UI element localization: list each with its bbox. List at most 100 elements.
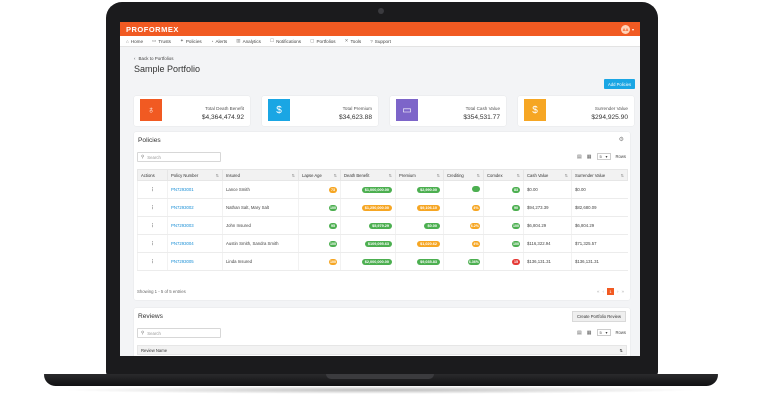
column-header[interactable]: Crediting ⇅ [443, 169, 484, 181]
surrender-value: $136,131.31 [575, 259, 599, 264]
card-label: Total Premium [342, 106, 372, 111]
card-value: $294,925.90 [591, 114, 628, 121]
summary-card: ♁ Total Death Benefit $4,364,474.92 [134, 96, 250, 126]
column-header[interactable]: Cash Value ⇅ [523, 169, 572, 181]
summary-card: $ Total Premium $34,623.88 [262, 96, 378, 126]
policy-number-link[interactable]: PN7293005 [171, 259, 194, 264]
premium-badge: $2,990.00 [417, 186, 440, 193]
column-header[interactable]: Insured ⇅ [222, 169, 299, 181]
column-header-label: Lapse Age [302, 172, 322, 178]
policy-number-link[interactable]: PN7293002 [171, 205, 194, 210]
insured-name: Austin Smith, Sandra Smith [226, 241, 279, 246]
death-benefit-badge: $2,000,000.00 [361, 258, 392, 265]
row-actions-icon[interactable]: ⋮ [137, 234, 168, 253]
nav-item-home[interactable]: ⌂ Home [126, 39, 143, 44]
table-row[interactable]: ⋮ PN7293004 Austin Smith, Sandra Smith 100 $… [137, 234, 628, 253]
nav-item-label: Policies [185, 38, 202, 44]
rows-select[interactable]: 5 ▾ [596, 153, 611, 160]
chevron-down-icon: ▾ [605, 154, 608, 159]
export-csv-icon[interactable]: ▦ [587, 330, 592, 336]
nav-item-label: Alerts [215, 38, 228, 44]
back-link-label[interactable]: Back to Portfolios [139, 56, 174, 61]
table-row[interactable]: ⋮ PN7293003 John Insured 95 $5,979.29 $0.00 6.… [137, 216, 628, 235]
pagination: « ‹ 1 › » [597, 288, 624, 295]
column-header[interactable]: Policy Number ⇅ [167, 169, 223, 181]
camera-dot [378, 8, 384, 14]
column-header-label: Policy Number [171, 172, 199, 178]
top-bar: PROFORMEX AA ▾ [120, 22, 640, 36]
death-benefit-badge: $1,000,000.00 [361, 186, 392, 193]
add-policies-button[interactable]: Add Policies [604, 79, 636, 89]
table-row[interactable]: ⋮ PN7293005 Linda Insured 100 $2,000,000.00 $… [137, 252, 628, 271]
column-header-label: Premium [399, 172, 416, 178]
nav-item-analytics[interactable]: ▥ Analytics [236, 38, 261, 44]
page-title: Sample Portfolio [134, 64, 201, 74]
row-actions-icon[interactable]: ⋮ [137, 198, 168, 217]
card-value: $354,531.77 [463, 114, 500, 121]
policy-number-link[interactable]: PN7293001 [171, 187, 194, 192]
column-header[interactable]: Comdex ⇅ [483, 169, 524, 181]
column-header[interactable]: Premium ⇅ [395, 169, 444, 181]
policies-search[interactable]: ⚲ [137, 152, 221, 162]
prev-page-icon[interactable]: ‹ [602, 289, 604, 294]
gear-icon[interactable]: ⚙ [619, 136, 624, 143]
column-header[interactable]: Actions [137, 169, 168, 181]
row-actions-icon[interactable]: ⋮ [137, 252, 168, 271]
nav-item-alerts[interactable]: ◔ Alerts [211, 39, 228, 44]
premium-badge: $0.00 [424, 222, 440, 229]
card-value: $34,623.88 [338, 114, 372, 121]
user-menu[interactable]: AA ▾ [620, 24, 634, 34]
nav-item-notifications[interactable]: ☐ Notifications [270, 38, 301, 44]
sort-icon: ⇅ [388, 172, 392, 178]
nav-item-trusts[interactable]: ▭ Trusts [152, 38, 171, 44]
reviews-table-header[interactable]: Review Name ⇅ [137, 345, 627, 355]
column-header-label: Comdex [487, 172, 503, 178]
export-pdf-icon[interactable]: ▤ [577, 154, 582, 160]
comdex-badge: 15 [512, 258, 520, 265]
main-content: ‹ Back to Portfolios Sample Portfolio [120, 56, 640, 74]
nav-item-label: Notifications [276, 38, 302, 44]
first-page-icon[interactable]: « [597, 289, 600, 294]
rows-select[interactable]: 5 ▾ [596, 329, 611, 336]
lapse-age-badge: 73 [329, 186, 337, 193]
card-value: $4,364,474.92 [201, 114, 244, 121]
export-pdf-icon[interactable]: ▤ [577, 330, 582, 336]
next-page-icon[interactable]: › [617, 289, 619, 294]
policy-number-link[interactable]: PN7293004 [171, 241, 194, 246]
column-header[interactable]: Surrender Value ⇅ [571, 169, 628, 181]
reviews-search[interactable]: ⚲ [137, 328, 221, 338]
policy-number-link[interactable]: PN7293003 [171, 223, 194, 228]
policies-search-input[interactable] [147, 154, 208, 160]
table-row[interactable]: ⋮ PN7293001 Lance Smith 73 $1,000,000.00 $2,9… [137, 180, 628, 199]
card-label: Surrender Value [594, 106, 628, 111]
brand-logo: PROFORMEX [126, 24, 179, 34]
row-actions-icon[interactable]: ⋮ [137, 216, 168, 235]
nav-item-portfolios[interactable]: ▢ Portfolios [310, 38, 336, 44]
column-header[interactable]: Death Benefit ⇅ [340, 169, 396, 181]
review-name-column: Review Name [141, 347, 168, 353]
support-icon: ? [370, 38, 373, 44]
nav-item-support[interactable]: ? Support [370, 39, 391, 44]
last-page-icon[interactable]: » [621, 289, 624, 294]
sort-icon: ⇅ [333, 172, 337, 178]
row-actions-icon[interactable]: ⋮ [137, 180, 168, 199]
reviews-search-input[interactable] [147, 330, 208, 336]
nav-item-label: Trusts [158, 38, 171, 44]
laptop-shadow [60, 386, 700, 394]
insured-name: John Insured [226, 223, 251, 228]
card-icon: ♁ [140, 99, 162, 121]
nav-item-tools[interactable]: ✕ Tools [345, 38, 362, 44]
avatar[interactable]: AA [620, 24, 630, 34]
create-portfolio-review-button[interactable]: Create Portfolio Review [572, 311, 626, 322]
export-csv-icon[interactable]: ▦ [587, 154, 592, 160]
premium-badge: $1,020.62 [417, 240, 440, 247]
column-header-label: Crediting [447, 172, 464, 178]
summary-card: ▭ Total Cash Value $354,531.77 [390, 96, 506, 126]
back-link[interactable]: ‹ Back to Portfolios [134, 56, 626, 61]
page-button-current[interactable]: 1 [606, 288, 614, 295]
cash-value: $0.00 [527, 187, 538, 192]
reviews-panel: Reviews Create Portfolio Review ⚲ ▤ ▦ 5▾… [134, 308, 630, 356]
column-header[interactable]: Lapse Age ⇅ [298, 169, 341, 181]
nav-item-policies[interactable]: ✦ Policies [180, 38, 202, 44]
table-row[interactable]: ⋮ PN7293002 Nathan Salt, Mary Salt 100 $1,25… [137, 198, 628, 217]
